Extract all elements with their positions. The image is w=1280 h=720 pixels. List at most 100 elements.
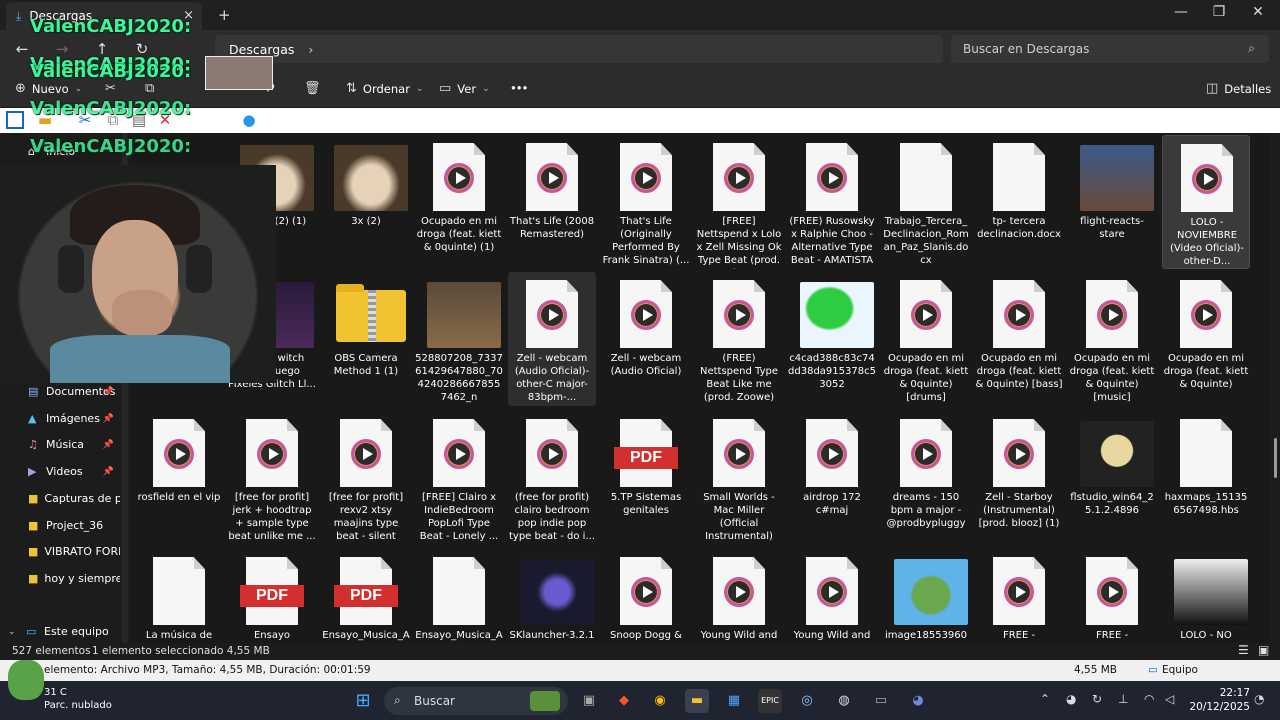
taskbar-search[interactable]: ⌕ Buscar bbox=[384, 687, 568, 715]
minimize-button[interactable]: — bbox=[1166, 4, 1196, 20]
file-item[interactable]: LOLO - NOVIEMBRE (Video Oficial)-other-D… bbox=[1162, 135, 1250, 269]
file-item[interactable]: (FREE) Nettspend Type Beat Like me (prod… bbox=[695, 272, 783, 406]
cut-icon[interactable]: ✂ bbox=[105, 81, 116, 96]
file-item[interactable]: (free for profit) clairo bedroom pop ind… bbox=[508, 411, 596, 545]
store-icon[interactable]: ▦ bbox=[722, 689, 746, 713]
app-icon[interactable]: ▭ bbox=[869, 689, 893, 713]
file-item[interactable]: dreams - 150 bpm a major - @prodbypluggy bbox=[882, 411, 970, 545]
breadcrumb[interactable]: Descargas bbox=[229, 42, 294, 57]
file-item[interactable]: airdrop 172 c#maj bbox=[788, 411, 876, 545]
large-icons-view-icon[interactable]: ▣ bbox=[1258, 643, 1269, 657]
file-item[interactable]: That's Life (2008 Remastered) bbox=[508, 135, 596, 269]
sidebar-item-label: Capturas de par bbox=[44, 492, 120, 505]
file-explorer-icon[interactable]: ▬ bbox=[685, 689, 709, 713]
brave-browser-icon[interactable]: ◆ bbox=[612, 689, 636, 713]
file-item[interactable]: Ocupado en mi droga (feat. kiett & 0quin… bbox=[1068, 272, 1156, 406]
file-item[interactable]: PDF 5.TP Sistemas genitales bbox=[602, 411, 690, 545]
file-item[interactable]: (FREE) Rusowsky x Ralphie Choo - Alterna… bbox=[788, 135, 876, 269]
file-item[interactable]: SKlauncher-3.2.1 bbox=[508, 549, 596, 643]
file-item[interactable]: [free for profit] rexv2 xtsy maajins typ… bbox=[322, 411, 410, 545]
steam-icon[interactable]: ◎ bbox=[795, 689, 819, 713]
search-input[interactable]: Buscar en Descargas ⌕ bbox=[951, 35, 1269, 63]
copy-icon[interactable]: ⧉ bbox=[145, 81, 154, 96]
sidebar-item-este-equipo[interactable]: ⌄ ▭ Este equipo bbox=[8, 625, 120, 638]
maximize-button[interactable]: ❐ bbox=[1204, 4, 1234, 20]
file-item[interactable]: [FREE] Nettspend x Lolo x Zell Missing O… bbox=[695, 135, 783, 269]
file-item[interactable]: Ensayo_Musica_A bbox=[415, 549, 503, 643]
sync-icon[interactable]: ↻ bbox=[1092, 692, 1102, 706]
sidebar-item-documentos[interactable]: ▤ Documentos 📌 bbox=[28, 385, 120, 398]
file-item[interactable]: LOLO - NO bbox=[1162, 549, 1250, 643]
file-item[interactable]: c4cad388c83c74dd38da915378c53052 bbox=[788, 272, 876, 406]
sidebar-item-imagenes[interactable]: ▲ Imágenes 📌 bbox=[28, 412, 120, 425]
epic-games-icon[interactable]: EPIC bbox=[758, 689, 782, 713]
file-item[interactable]: La música de bbox=[135, 549, 223, 643]
details-view-icon[interactable]: ☰ bbox=[1238, 643, 1249, 657]
file-item[interactable]: [free for profit] jerk + hoodtrap + samp… bbox=[228, 411, 316, 545]
view-button[interactable]: ▭ Ver ⌄ bbox=[439, 81, 490, 96]
file-item[interactable]: rosfield en el vip bbox=[135, 411, 223, 545]
volume-icon[interactable]: ◁ bbox=[1165, 692, 1174, 706]
file-item[interactable]: image185539603 bbox=[882, 549, 970, 643]
sidebar-item-hoy-y-siempre[interactable]: ■ hoy y siempree l bbox=[28, 572, 120, 585]
file-item[interactable]: 528807208_733761429647880_70424028666785… bbox=[415, 272, 503, 406]
file-item[interactable]: Young Wild and bbox=[788, 549, 876, 643]
clock[interactable]: 22:17 20/12/2025 bbox=[1186, 686, 1250, 714]
file-item[interactable]: Ocupado en mi droga (feat. kiett & 0quin… bbox=[882, 272, 970, 406]
more-options-button[interactable]: ••• bbox=[510, 81, 528, 95]
new-tab-button[interactable]: + bbox=[218, 6, 231, 24]
file-item[interactable]: tp- tercera declinacion.docx bbox=[975, 135, 1063, 269]
task-view-icon[interactable]: ▣ bbox=[577, 689, 601, 713]
file-item[interactable]: FREE - bbox=[1068, 549, 1156, 643]
wifi-icon[interactable]: ◠ bbox=[1144, 692, 1154, 706]
new-button[interactable]: ⊕ Nuevo ⌄ bbox=[15, 81, 82, 96]
file-item[interactable]: Zell - webcam (Audio Oficial) bbox=[602, 272, 690, 406]
file-item[interactable]: 3x (2) bbox=[322, 135, 410, 269]
file-item[interactable]: haxmaps_151356567498.hbs bbox=[1162, 411, 1250, 545]
discord-tray-icon[interactable]: ◕ bbox=[1066, 692, 1076, 706]
scrollbar-thumb[interactable] bbox=[1274, 438, 1277, 478]
file-item[interactable]: Snoop Dogg & bbox=[602, 549, 690, 643]
file-item[interactable]: Young Wild and bbox=[695, 549, 783, 643]
address-bar[interactable]: Descargas › bbox=[215, 35, 943, 63]
sidebar-item-videos[interactable]: ▶ Videos 📌 bbox=[28, 465, 120, 478]
file-item[interactable]: Zell - Starboy (Instrumental) [prod. blo… bbox=[975, 411, 1063, 545]
sidebar-item-capturas[interactable]: ■ Capturas de par bbox=[28, 492, 120, 505]
delete-icon[interactable]: 🗑 bbox=[304, 81, 321, 96]
chevron-up-icon[interactable]: ⌃ bbox=[1040, 692, 1050, 706]
chrome-icon[interactable]: ◉ bbox=[648, 689, 672, 713]
sidebar-item-musica[interactable]: ♫ Música 📌 bbox=[28, 438, 120, 451]
properties-icon[interactable]: ● bbox=[240, 111, 258, 129]
file-grid-scrollbar[interactable] bbox=[1270, 133, 1280, 643]
file-item[interactable]: Ocupado en mi droga (feat. kiett & 0quin… bbox=[975, 272, 1063, 406]
file-item[interactable]: Trabajo_Tercera_Declinacion_Roman_Paz_Sl… bbox=[882, 135, 970, 269]
weather-widget[interactable]: 31 C Parc. nublado bbox=[44, 686, 112, 712]
file-item[interactable]: OBS Camera Method 1 (1) bbox=[322, 272, 410, 406]
microphone-icon[interactable]: ⊥ bbox=[1118, 692, 1128, 706]
sort-button[interactable]: ⇅ Ordenar ⌄ bbox=[346, 81, 423, 96]
obs-icon[interactable]: ◍ bbox=[832, 689, 856, 713]
sidebar-item-vibrato[interactable]: ■ VIBRATO FOREA bbox=[28, 545, 120, 558]
file-item[interactable]: PDF Ensayo_Musica_A bbox=[322, 549, 410, 643]
close-window-button[interactable]: ✕ bbox=[1243, 4, 1273, 20]
search-icon[interactable]: ⌕ bbox=[1248, 41, 1255, 56]
file-name: LOLO - NO bbox=[1180, 630, 1232, 641]
chevron-down-icon[interactable]: ⌄ bbox=[8, 627, 20, 637]
breadcrumb-chevron-icon[interactable]: › bbox=[308, 42, 313, 57]
windows-start-icon[interactable]: ⊞ bbox=[351, 689, 375, 713]
file-item[interactable]: That's Life (Originally Performed By Fra… bbox=[602, 135, 690, 269]
pane-icon[interactable] bbox=[6, 111, 24, 129]
file-item[interactable]: flight-reacts-stare bbox=[1068, 135, 1156, 269]
notification-bell-icon[interactable]: ◔ bbox=[1254, 692, 1264, 706]
details-button[interactable]: ◫ Detalles bbox=[1206, 81, 1271, 96]
file-item[interactable]: flstudio_win64_25.1.2.4896 bbox=[1068, 411, 1156, 545]
file-item[interactable]: Ocupado en mi droga (feat. kiett & 0quin… bbox=[1162, 272, 1250, 406]
file-item[interactable]: Zell - webcam (Audio Oficial)-other-C ma… bbox=[508, 272, 596, 406]
file-item[interactable]: PDF Ensayo bbox=[228, 549, 316, 643]
sidebar-item-project-36[interactable]: ■ Project_36 bbox=[28, 519, 120, 532]
file-item[interactable]: [FREE] Clairo x IndieBedroom PopLofi Typ… bbox=[415, 411, 503, 545]
discord-icon[interactable]: ◕ bbox=[906, 689, 930, 713]
file-item[interactable]: Ocupado en mi droga (feat. kiett & 0quin… bbox=[415, 135, 503, 269]
file-item[interactable]: Small Worlds - Mac Miller (Official Inst… bbox=[695, 411, 783, 545]
file-item[interactable]: FREE - bbox=[975, 549, 1063, 643]
